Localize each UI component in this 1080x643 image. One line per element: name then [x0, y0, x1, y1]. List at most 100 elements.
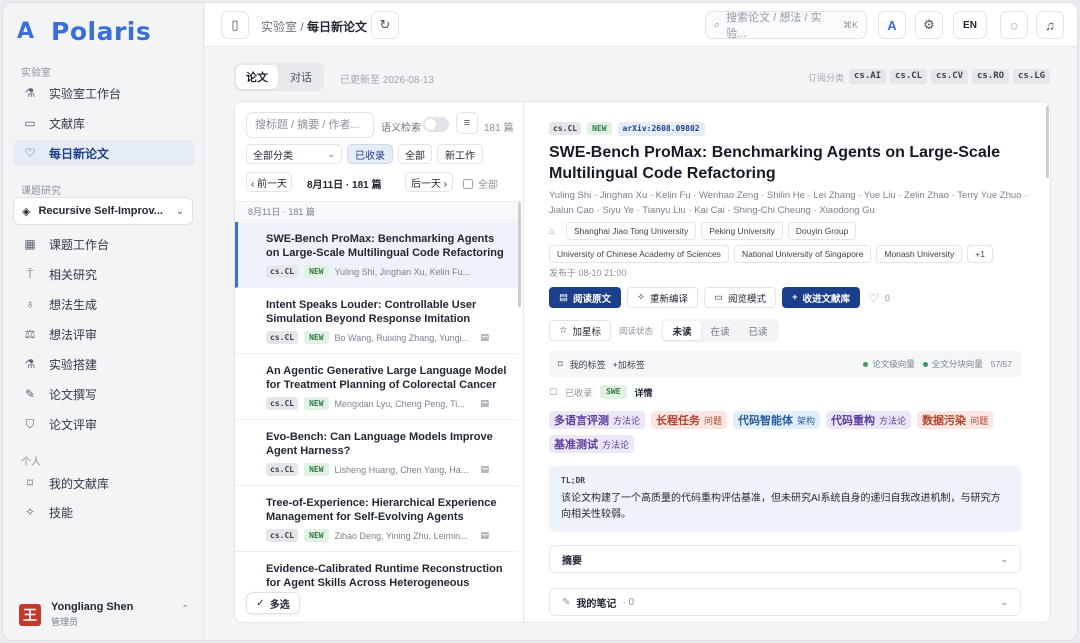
list-item[interactable]: Tree-of-Experience: Hierarchical Experie… — [235, 486, 518, 552]
chat-button[interactable]: ◌ — [1000, 11, 1028, 39]
read-original-button[interactable]: ▤ 阅读原文 — [549, 287, 621, 308]
list-scrollbar[interactable] — [518, 202, 521, 307]
prev-day-button[interactable]: ‹ 前一天 — [246, 172, 292, 192]
settings-button[interactable]: ⚙ — [915, 11, 943, 39]
read-status-unread[interactable]: 未读 — [663, 321, 702, 340]
read-status-read[interactable]: 已读 — [739, 321, 777, 340]
paper-title: Evidence-Calibrated Runtime Reconstructi… — [266, 563, 503, 589]
recompile-button[interactable]: ✧ 重新编译 — [627, 287, 698, 308]
category-tag: cs.CL — [549, 122, 582, 135]
paper-list: 搜标题 / 摘要 / 作者... 语义检索 ≡ 181 篇 全部分类 ⌄ 已收录… — [235, 102, 524, 622]
collected-tag[interactable]: SWE — [600, 385, 627, 399]
notes-accordion[interactable]: ✎ 我的笔记 · 0 ⌄ — [549, 588, 1021, 616]
detail-scrollbar[interactable] — [1046, 106, 1049, 178]
concept-tag[interactable]: 长程任务 问题 — [651, 411, 728, 429]
category-select[interactable]: 全部分类 ⌄ — [246, 144, 342, 164]
semantic-search-toggle[interactable] — [423, 117, 449, 132]
document-icon[interactable]: ▤ — [481, 530, 490, 541]
select-all-checkbox[interactable]: 全部 — [463, 176, 498, 191]
sidebar-item-skills[interactable]: ✧ 技能 — [13, 499, 195, 525]
abstract-label: 摘要 — [562, 555, 582, 567]
paper-count: 181 篇 — [484, 123, 514, 134]
avatar: 王 — [19, 603, 41, 626]
abstract-accordion[interactable]: 摘要 ⌄ — [549, 545, 1021, 573]
sidebar-item-my-library[interactable]: ⌑ 我的文献库 — [13, 470, 195, 496]
assistant-button[interactable]: A — [878, 11, 906, 39]
sidebar-item-label: 实验室工作台 — [49, 86, 122, 101]
concept-tag[interactable]: 代码重构 方法论 — [826, 411, 912, 429]
chevron-up-icon[interactable]: ⌃ — [181, 604, 189, 615]
list-item[interactable]: Intent Speaks Louder: Controllable User … — [235, 288, 518, 354]
concept-kind: 架构 — [797, 415, 816, 426]
sidebar-item-idea-generation[interactable]: ♁ 想法生成 — [13, 291, 195, 317]
details-link[interactable]: 详情 — [635, 386, 653, 399]
read-status-reading[interactable]: 在读 — [701, 321, 739, 340]
paper-detail: cs.CL NEW arXiv:2608.09802 SWE-Bench Pro… — [525, 102, 1050, 622]
language-toggle[interactable]: EN — [953, 11, 987, 39]
paper-title: Tree-of-Experience: Hierarchical Experie… — [266, 497, 497, 523]
tab-papers[interactable]: 论文 — [236, 65, 278, 89]
filter-pill-all[interactable]: 全部 — [398, 144, 432, 164]
arxiv-id-link[interactable]: arXiv:2608.09802 — [617, 122, 705, 136]
sidebar-item-related-work[interactable]: ⍑ 相关研究 — [13, 261, 195, 287]
notes-label: 我的笔记 — [576, 598, 617, 610]
document-icon[interactable]: ▤ — [481, 398, 490, 409]
status-dot — [922, 362, 928, 367]
sidebar-item-paper-writing[interactable]: ✎ 论文撰写 — [13, 381, 195, 407]
list-item[interactable]: Evo-Bench: Can Language Models Improve A… — [235, 420, 518, 486]
sidebar-item-lab-workbench[interactable]: ⚗ 实验室工作台 — [13, 80, 195, 106]
filter-settings-button[interactable]: ≡ — [456, 112, 478, 134]
subscribed-category[interactable]: cs.CV — [931, 69, 969, 84]
subscribed-category[interactable]: cs.CL — [890, 69, 928, 84]
sidebar-item-library[interactable]: ▭ 文献库 — [13, 110, 195, 136]
subscribed-category[interactable]: cs.RO — [972, 69, 1010, 84]
reader-mode-button[interactable]: ▭ 阅览模式 — [703, 287, 776, 308]
multi-select-button[interactable]: ✓ 多选 — [246, 592, 300, 614]
add-to-library-button[interactable]: + 收进文献库 — [781, 287, 861, 308]
affiliation-chip: Peking University — [701, 222, 783, 240]
sidebar-item-idea-review[interactable]: ⚖ 想法评审 — [13, 321, 195, 347]
category-tag: cs.CL — [266, 463, 299, 476]
concept-tag[interactable]: 代码智能体 架构 — [733, 411, 821, 429]
more-affiliations-button[interactable]: +1 — [967, 245, 993, 263]
paper-title: SWE-Bench ProMax: Benchmarking Agents on… — [549, 144, 1001, 182]
concept-tag[interactable]: 基准测试 方法论 — [549, 435, 635, 453]
sidebar-panel-icon: ▯ — [231, 17, 239, 32]
concept-tag[interactable]: 多语言评测 方法论 — [549, 411, 646, 429]
sidebar-item-topic-workbench[interactable]: ▦ 课题工作台 — [13, 231, 195, 257]
subscribed-category[interactable]: cs.AI — [849, 69, 887, 84]
tab-chat[interactable]: 对话 — [280, 65, 322, 89]
list-item[interactable]: SWE-Bench ProMax: Benchmarking Agents on… — [235, 222, 518, 288]
add-tag-button[interactable]: +加标签 — [613, 358, 645, 371]
sidebar-item-label: 技能 — [49, 505, 74, 520]
subscribed-category[interactable]: cs.LG — [1013, 69, 1051, 84]
filter-pill-collected[interactable]: 已收录 — [347, 144, 393, 164]
concept-tag[interactable]: 数据污染 问题 — [917, 411, 994, 429]
brand-logo[interactable]: A Polaris — [17, 17, 151, 46]
star-button[interactable]: ☆ 加星标 — [549, 320, 612, 341]
filter-pill-new[interactable]: 新工作 — [437, 144, 483, 164]
breadcrumb-parent[interactable]: 实验室 — [261, 20, 297, 34]
sidebar-item-experiment-setup[interactable]: ⚗ 实验搭建 — [13, 351, 195, 377]
sidebar-item-paper-review[interactable]: ⛉ 论文评审 — [13, 411, 195, 437]
paper-filter-input[interactable]: 搜标题 / 摘要 / 作者... — [246, 112, 374, 138]
user-profile[interactable]: 王 Yongliang Shen 管理员 — [19, 601, 133, 628]
project-selector[interactable]: ◈ Recursive Self-Improv... ⌄ — [13, 197, 193, 225]
button-label: 重新编译 — [649, 293, 688, 305]
toggle-sidebar-button[interactable]: ▯ — [221, 11, 249, 39]
document-icon[interactable]: ▤ — [481, 464, 490, 475]
next-day-button[interactable]: 后一天 › — [405, 172, 453, 192]
updated-date: 已更新至 2026-08-13 — [340, 75, 434, 86]
search-placeholder: 搜索论文 / 想法 / 实验... — [726, 12, 822, 40]
sidebar-item-daily-papers[interactable]: ♡ 每日新论文 — [13, 140, 195, 166]
list-item[interactable]: An Agentic Generative Large Language Mod… — [235, 354, 518, 420]
document-icon[interactable]: ▤ — [481, 332, 490, 343]
refresh-button[interactable]: ↻ — [371, 11, 399, 39]
sidebar-item-label: 论文评审 — [49, 417, 98, 432]
check-icon: ✓ — [256, 597, 265, 609]
global-search-input[interactable]: ⌕ 搜索论文 / 想法 / 实验... ⌘K — [705, 11, 867, 40]
notifications-button[interactable]: ♫ — [1036, 11, 1064, 39]
day-label: 8月11日 · 181 篇 — [307, 180, 382, 191]
like-button[interactable]: ♡ 0 — [868, 291, 890, 305]
concept-kind: 问题 — [970, 415, 989, 426]
